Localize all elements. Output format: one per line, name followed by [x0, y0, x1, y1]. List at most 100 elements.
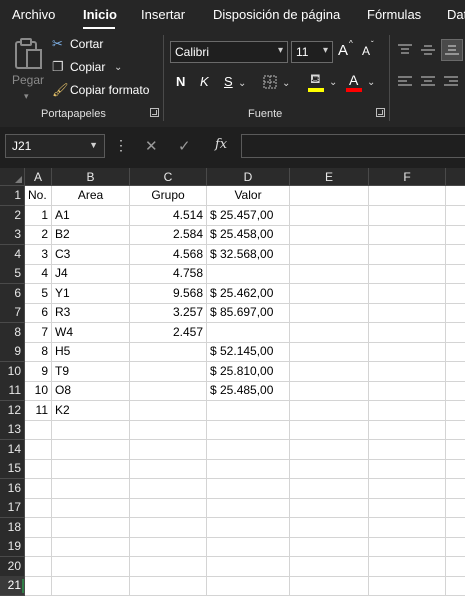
- cell-a12[interactable]: 11: [25, 400, 52, 421]
- cell-e15[interactable]: [290, 459, 369, 479]
- tab-insertar[interactable]: Insertar: [141, 7, 185, 22]
- cell-a20[interactable]: [25, 556, 52, 577]
- row-header[interactable]: 20: [0, 556, 25, 577]
- cell-g4[interactable]: [446, 245, 465, 265]
- cell-d12[interactable]: [207, 400, 290, 421]
- cell-c16[interactable]: [130, 478, 207, 499]
- align-middle-icon[interactable]: [421, 44, 435, 56]
- paste-button[interactable]: Pegar ▾: [8, 35, 50, 105]
- cell-f5[interactable]: [369, 264, 446, 284]
- cell-a6[interactable]: 5: [25, 283, 52, 304]
- cell-b11[interactable]: O8: [52, 381, 130, 401]
- cell-a3[interactable]: 2: [25, 225, 52, 245]
- more-options-icon[interactable]: ⋮: [114, 137, 128, 154]
- cell-c21[interactable]: [130, 576, 207, 596]
- clipboard-dialog-launcher-icon[interactable]: [150, 108, 159, 117]
- chevron-down-icon[interactable]: ⌄: [114, 61, 122, 75]
- cell-b5[interactable]: J4: [52, 264, 130, 284]
- cell-g8[interactable]: [446, 323, 465, 343]
- cell-g7[interactable]: [446, 303, 465, 323]
- cell-a11[interactable]: 10: [25, 381, 52, 401]
- cell-d2[interactable]: $ 25.457,00: [207, 205, 290, 226]
- row-header[interactable]: 1: [0, 186, 25, 206]
- row-header[interactable]: 18: [0, 517, 25, 538]
- column-header[interactable]: E: [290, 168, 369, 186]
- cell-f16[interactable]: [369, 478, 446, 499]
- format-painter-button[interactable]: 🖌 Copiar formato: [52, 82, 152, 100]
- row-header[interactable]: 2: [0, 205, 25, 226]
- cell-a21[interactable]: [25, 576, 52, 596]
- cell-e21[interactable]: [290, 576, 369, 596]
- tab-formulas[interactable]: Fórmulas: [367, 7, 421, 22]
- cell-b13[interactable]: [52, 420, 130, 440]
- italic-button[interactable]: K: [200, 74, 209, 89]
- cell-c17[interactable]: [130, 498, 207, 518]
- cell-g13[interactable]: [446, 420, 465, 440]
- cell-a14[interactable]: [25, 439, 52, 460]
- cell-f14[interactable]: [369, 439, 446, 460]
- cell-d3[interactable]: $ 25.458,00: [207, 225, 290, 245]
- cell-c6[interactable]: 9.568: [130, 283, 207, 304]
- cell-g16[interactable]: [446, 479, 465, 499]
- cell-d5[interactable]: [207, 264, 290, 284]
- cell-a8[interactable]: 7: [25, 322, 52, 343]
- cell-e2[interactable]: [290, 205, 369, 226]
- cell-a10[interactable]: 9: [25, 361, 52, 382]
- cell-g14[interactable]: [446, 440, 465, 460]
- font-dialog-launcher-icon[interactable]: [376, 108, 385, 117]
- cell-f11[interactable]: [369, 381, 446, 401]
- row-header[interactable]: 3: [0, 225, 25, 245]
- cell-c8[interactable]: 2.457: [130, 322, 207, 343]
- font-color-button[interactable]: A ⌄: [346, 72, 378, 94]
- cell-g2[interactable]: [446, 206, 465, 226]
- cell-c10[interactable]: [130, 361, 207, 382]
- cell-d13[interactable]: [207, 420, 290, 440]
- cell-e11[interactable]: [290, 381, 369, 401]
- cell-f20[interactable]: [369, 556, 446, 577]
- cell-d15[interactable]: [207, 459, 290, 479]
- cell-d10[interactable]: $ 25.810,00: [207, 361, 290, 382]
- cell-e20[interactable]: [290, 556, 369, 577]
- cell-c2[interactable]: 4.514: [130, 205, 207, 226]
- cell-d1[interactable]: Valor: [207, 186, 290, 206]
- cell-g11[interactable]: [446, 381, 465, 401]
- row-header[interactable]: 6: [0, 283, 25, 304]
- row-header[interactable]: 11: [0, 381, 25, 401]
- row-header[interactable]: 19: [0, 537, 25, 557]
- cell-f4[interactable]: [369, 244, 446, 265]
- cell-b8[interactable]: W4: [52, 322, 130, 343]
- row-header[interactable]: 5: [0, 264, 25, 284]
- cell-c14[interactable]: [130, 439, 207, 460]
- align-bottom-button[interactable]: [441, 39, 463, 61]
- cell-a15[interactable]: [25, 459, 52, 479]
- row-header[interactable]: 10: [0, 361, 25, 382]
- cell-f7[interactable]: [369, 303, 446, 323]
- row-header[interactable]: 16: [0, 478, 25, 499]
- cell-c9[interactable]: [130, 342, 207, 362]
- cell-f19[interactable]: [369, 537, 446, 557]
- font-size-select[interactable]: 11 ▾: [291, 41, 333, 63]
- align-right-icon[interactable]: [444, 76, 458, 88]
- cell-c12[interactable]: [130, 400, 207, 421]
- cell-b19[interactable]: [52, 537, 130, 557]
- cell-g1[interactable]: [446, 186, 465, 206]
- tab-disposicion-de-pagina[interactable]: Disposición de página: [213, 7, 340, 22]
- formula-input[interactable]: [241, 134, 465, 158]
- cell-e16[interactable]: [290, 478, 369, 499]
- underline-button[interactable]: S: [224, 74, 233, 89]
- cell-c20[interactable]: [130, 556, 207, 577]
- cancel-icon[interactable]: ✕: [145, 137, 158, 155]
- cell-f15[interactable]: [369, 459, 446, 479]
- row-header[interactable]: 12: [0, 400, 25, 421]
- cell-d7[interactable]: $ 85.697,00: [207, 303, 290, 323]
- cell-b6[interactable]: Y1: [52, 283, 130, 304]
- cell-b2[interactable]: A1: [52, 205, 130, 226]
- worksheet-grid[interactable]: A B C D E F 1 No. Area Grupo Valor 2 1 A1 4.514 $ 25.45…: [0, 168, 465, 600]
- cell-f8[interactable]: [369, 322, 446, 343]
- cell-e3[interactable]: [290, 225, 369, 245]
- cell-b15[interactable]: [52, 459, 130, 479]
- cell-g19[interactable]: [446, 537, 465, 557]
- cell-d8[interactable]: [207, 322, 290, 343]
- cell-d19[interactable]: [207, 537, 290, 557]
- cell-d16[interactable]: [207, 478, 290, 499]
